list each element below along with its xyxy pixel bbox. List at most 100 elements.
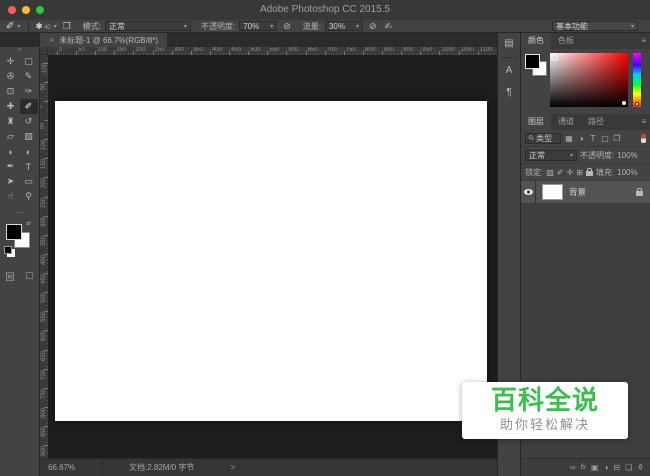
foreground-color-swatch[interactable]: [6, 224, 22, 240]
layer-blend-mode-select[interactable]: 正常 ▾: [525, 149, 577, 161]
lock-artboard-icon[interactable]: ⊞: [576, 168, 583, 177]
status-menu-arrow-icon[interactable]: >: [230, 463, 235, 472]
tool-lasso[interactable]: ✇: [2, 69, 20, 84]
tab-paths[interactable]: 路径: [581, 114, 611, 130]
ruler-origin[interactable]: [40, 47, 48, 55]
mode-label: 模式:: [82, 21, 101, 31]
tool-gradient[interactable]: ▧: [20, 129, 38, 144]
default-colors-icon[interactable]: [4, 246, 12, 254]
close-tab-icon[interactable]: ×: [49, 35, 54, 45]
saturation-brightness-box[interactable]: [550, 53, 628, 107]
screen-mode-button[interactable]: ▢: [25, 270, 34, 283]
filter-adjustment-layers-icon[interactable]: ◑: [576, 134, 586, 143]
add-layer-mask-icon[interactable]: ▣: [591, 463, 599, 472]
vertical-ruler[interactable]: -100-50050100150200250300350400450500550…: [40, 55, 48, 458]
tool-eraser[interactable]: ▱: [2, 129, 20, 144]
tool-pen[interactable]: ✒: [2, 159, 20, 174]
canvas-scroll-area[interactable]: [48, 55, 497, 458]
tool-dodge[interactable]: ◐: [20, 144, 38, 159]
tool-spot-healing-brush[interactable]: ✚: [2, 99, 20, 114]
tool-crop[interactable]: ⊡: [2, 84, 20, 99]
pressure-opacity-icon[interactable]: ⊘: [281, 21, 293, 32]
lock-transparency-icon[interactable]: ▨: [546, 168, 554, 177]
new-adjustment-layer-icon[interactable]: ◑: [604, 463, 609, 472]
toggle-brush-panel-button[interactable]: ❒: [61, 21, 73, 32]
tool-move[interactable]: ✛: [2, 54, 20, 69]
lock-pixels-icon[interactable]: ✐: [557, 168, 564, 177]
layer-blend-mode-value: 正常: [529, 150, 545, 160]
filter-type-layers-icon[interactable]: T: [588, 134, 598, 143]
pressure-size-icon[interactable]: ✍: [383, 21, 395, 32]
opacity-select[interactable]: 70% ▾: [239, 21, 278, 31]
tool-type[interactable]: T: [20, 159, 38, 174]
zoom-window-button[interactable]: [36, 6, 44, 14]
layer-style-icon[interactable]: fx: [581, 464, 586, 471]
layer-thumbnail[interactable]: [542, 184, 563, 200]
layer-opacity-value[interactable]: 100%: [617, 151, 637, 160]
new-layer-icon[interactable]: ❏: [625, 463, 632, 472]
tool-blur[interactable]: ◗: [2, 144, 20, 159]
lock-all-icon[interactable]: [585, 168, 593, 176]
layer-row-background[interactable]: 背景: [521, 181, 650, 203]
panel-menu-icon[interactable]: ≡: [641, 114, 646, 130]
tool-eyedropper[interactable]: ✑: [20, 84, 38, 99]
tab-swatches[interactable]: 色板: [551, 33, 581, 49]
color-picker-ring[interactable]: [551, 54, 558, 61]
watermark-overlay: 百科全说 助你轻松解决: [462, 382, 628, 439]
color-picker-dot[interactable]: [622, 101, 626, 105]
filter-shape-layers-icon[interactable]: ▢: [600, 134, 610, 143]
layer-filter-toggle[interactable]: [641, 133, 646, 143]
delete-layer-icon[interactable]: ⚱: [637, 463, 644, 472]
tool-zoom[interactable]: ⚲: [20, 189, 38, 204]
character-icon[interactable]: A: [498, 60, 520, 82]
tool-hand[interactable]: ☝: [2, 189, 20, 204]
hue-slider-handle[interactable]: [635, 102, 639, 106]
new-group-icon[interactable]: ⊟: [613, 463, 620, 472]
layer-filter-kind-select[interactable]: ⚲ 类型: [525, 132, 561, 144]
ruler-label: 950: [422, 47, 433, 53]
zoom-level-field[interactable]: 66.67%: [48, 461, 103, 474]
blend-mode-select[interactable]: 正常 ▾: [104, 21, 191, 31]
brush-tip-icon: ✱: [35, 20, 43, 31]
edit-toolbar-button[interactable]: ⋯: [0, 209, 39, 217]
tool-history-brush[interactable]: ↺: [20, 114, 38, 129]
quick-mask-mode-button[interactable]: 回: [5, 270, 14, 283]
link-layers-icon[interactable]: ∞: [570, 463, 576, 472]
airbrush-icon[interactable]: ⊘: [367, 21, 379, 32]
filter-smart-objects-icon[interactable]: ❐: [612, 134, 622, 143]
minimize-window-button[interactable]: [22, 6, 30, 14]
tool-quick-selection[interactable]: ✎: [20, 69, 38, 84]
document-canvas[interactable]: [55, 101, 487, 421]
tab-color[interactable]: 颜色: [521, 33, 551, 49]
collapse-toolbar-button[interactable]: »: [0, 47, 39, 54]
lock-position-icon[interactable]: ✛: [567, 168, 574, 177]
layer-visibility-toggle[interactable]: [521, 181, 536, 203]
fill-value[interactable]: 100%: [617, 168, 637, 177]
filter-pixel-layers-icon[interactable]: ▦: [564, 134, 574, 143]
paragraph-icon[interactable]: ¶: [498, 82, 520, 104]
tool-path-selection[interactable]: ➤: [2, 174, 20, 189]
layer-name[interactable]: 背景: [569, 186, 586, 198]
tool-rectangle[interactable]: ▭: [20, 174, 38, 189]
panel-menu-icon[interactable]: ≡: [641, 33, 646, 49]
tab-layers[interactable]: 图层: [521, 114, 551, 130]
color-foreground-swatch[interactable]: [525, 54, 540, 69]
hue-slider[interactable]: [633, 53, 641, 107]
tool-brush[interactable]: ✐: [19, 99, 38, 114]
tool-rectangular-marquee[interactable]: ▢: [20, 54, 38, 69]
workspace-select[interactable]: 基本功能 ▾: [552, 21, 638, 31]
ruler-label: 50: [40, 122, 46, 130]
libraries-icon[interactable]: ▤: [498, 33, 520, 55]
document-tab[interactable]: × 未标题-1 @ 66.7%(RGB/8*): [40, 33, 168, 47]
brush-preset-picker[interactable]: ✱ 40 ▾: [35, 21, 56, 32]
tab-channels[interactable]: 通道: [551, 114, 581, 130]
close-window-button[interactable]: [8, 6, 16, 14]
tool-preset-button[interactable]: ✐ ▾: [4, 21, 22, 32]
color-swatch-group: ⇄: [0, 220, 39, 258]
flow-select[interactable]: 30% ▾: [324, 21, 363, 31]
chevron-down-icon: ▾: [53, 23, 57, 30]
tool-clone-stamp[interactable]: ♜: [2, 114, 20, 129]
horizontal-ruler[interactable]: 0 50 100 150 200 250 300 350 400 450 500 550 600 650 7…: [48, 47, 497, 55]
document-tab-title: 未标题-1 @ 66.7%(RGB/8*): [59, 35, 159, 45]
swap-colors-icon[interactable]: ⇄: [26, 220, 31, 227]
